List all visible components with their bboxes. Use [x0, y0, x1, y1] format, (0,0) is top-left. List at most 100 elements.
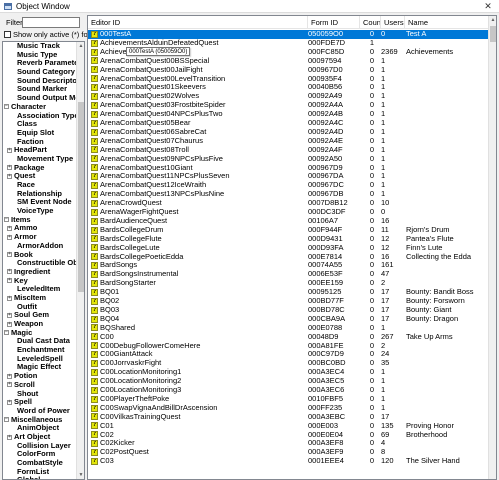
table-row[interactable]: ? ArenaCombatQuest00JailFight 000967D0 0 1 [88, 66, 488, 75]
tree-item[interactable]: Class [3, 120, 77, 129]
expand-icon[interactable]: + [7, 321, 12, 327]
tree-item[interactable]: Sound Output Model [3, 94, 77, 103]
tree-item[interactable]: FormList [3, 468, 77, 477]
tree-item[interactable]: Race [3, 181, 77, 190]
expand-icon[interactable]: + [7, 312, 12, 318]
table-row[interactable]: ? ArenaCombatQuest09NPCsPlusFive 00092A50 0… [88, 155, 488, 164]
table-row[interactable]: ? C03 0001EEE4 0 120 The Silver Hand [88, 457, 488, 466]
table-row[interactable]: ? C02PostQuest 000A3EF9 0 8 [88, 448, 488, 457]
expand-icon[interactable]: + [7, 165, 12, 171]
table-row[interactable]: ? C01 000E003 0 135 Proving Honor [88, 422, 488, 431]
tree-item[interactable]: Magic Effect [3, 363, 77, 372]
expand-icon[interactable]: + [7, 399, 12, 405]
tree-item[interactable]: Shout [3, 390, 77, 399]
table-row[interactable]: ? C00PlayerTheftPoke 0010FBF5 0 1 [88, 395, 488, 404]
tree-item[interactable]: + Ammo [3, 224, 77, 233]
table-row[interactable]: ? ArenaCombatQuest07Chaurus 00092A4E 0 1 [88, 137, 488, 146]
table-row[interactable]: ? BardSongStarter 000EE159 0 2 [88, 279, 488, 288]
tree-item[interactable]: Dual Cast Data [3, 337, 77, 346]
table-row[interactable]: ? BardsCollegeDrum 000F944F 0 11 Rjorn's Drum [88, 226, 488, 235]
tree-item[interactable]: + Scroll [3, 381, 77, 390]
tree-item[interactable]: + Ingredient [3, 268, 77, 277]
tree-item[interactable]: Equip Slot [3, 129, 77, 138]
column-header-count[interactable]: Count [360, 16, 381, 29]
table-row[interactable]: ? ArenaCombatQuest03FrostbiteSpider 00092A… [88, 101, 488, 110]
table-row[interactable]: ? ArenaWagerFightQuest 000DC3DF 0 0 [88, 208, 488, 217]
table-row[interactable]: ? BardAudienceQuest 00106A7 0 16 [88, 217, 488, 226]
expand-icon[interactable]: + [7, 252, 12, 258]
collapse-icon[interactable]: − [4, 104, 9, 110]
filter-input[interactable] [22, 17, 80, 28]
expand-icon[interactable]: + [7, 147, 12, 153]
table-row[interactable]: ? BardsCollegeLute 000D93FA 0 12 Finn's Lute [88, 244, 488, 253]
table-row[interactable]: ? ArenaCombatQuest11NPCsPlusSeven 000967DA… [88, 172, 488, 181]
expand-icon[interactable]: + [7, 269, 12, 275]
tree-item[interactable]: − Magic [3, 329, 77, 338]
list-scrollbar[interactable]: ▲ [488, 16, 496, 479]
tree-item[interactable]: Sound Descriptor [3, 77, 77, 86]
tree-item[interactable]: LeveledSpell [3, 355, 77, 364]
table-row[interactable]: ? ArenaCombatQuest05Bear 00092A4C 0 1 [88, 119, 488, 128]
tree-item[interactable]: + Potion [3, 372, 77, 381]
table-row[interactable]: ? BardSongs 00074A55 0 161 [88, 261, 488, 270]
tree-item[interactable]: + Weapon [3, 320, 77, 329]
tree-item[interactable]: + Armor [3, 233, 77, 242]
tree-item[interactable]: Movement Type [3, 155, 77, 164]
table-row[interactable]: ? BQ01 00095125 0 17 Bounty: Bandit Boss [88, 288, 488, 297]
tree-item[interactable]: SM Event Node [3, 198, 77, 207]
table-row[interactable]: ? ArenaCombatQuest06SabreCat 00092A4D 0 1 [88, 128, 488, 137]
tree-item[interactable]: Faction [3, 138, 77, 147]
table-row[interactable]: ? C02Kicker 000A3EF8 0 4 [88, 439, 488, 448]
tree-item[interactable]: Reverb Parameters [3, 59, 77, 68]
table-row[interactable]: ? BQ02 000BD77F 0 17 Bounty: Forsworn [88, 297, 488, 306]
scroll-up-icon[interactable]: ▲ [489, 16, 496, 24]
collapse-icon[interactable]: − [4, 330, 9, 336]
table-row[interactable]: ? C00 00048D9 0 267 Take Up Arms [88, 333, 488, 342]
expand-icon[interactable]: + [7, 382, 12, 388]
column-header-users[interactable]: Users [381, 16, 405, 29]
tree-item[interactable]: Sound Category [3, 68, 77, 77]
table-row[interactable]: ? C00SwapVignaAndBillDrAscension 000FF235 0… [88, 404, 488, 413]
table-row[interactable]: ? BardsCollegePoeticEdda 000E7814 0 16 Collec… [88, 253, 488, 262]
column-header-editor-id[interactable]: Editor ID [88, 16, 308, 29]
tree-item[interactable]: CombatStyle [3, 459, 77, 468]
tree-item[interactable]: + Spell [3, 398, 77, 407]
tree-item[interactable]: Enchantment [3, 346, 77, 355]
tree-item[interactable]: Outfit [3, 303, 77, 312]
tree-item[interactable]: − Character [3, 103, 77, 112]
table-row[interactable]: ? ArenaCombatQuest00BSSpecial 00097594 0 1 [88, 57, 488, 66]
table-row[interactable]: ? ArenaCombatQuest10Giant 000967D9 0 1 [88, 164, 488, 173]
table-row[interactable]: ? 000TestA 050059O0 0 0 Test A [88, 30, 488, 39]
tree-item[interactable]: + HeadPart [3, 146, 77, 155]
collapse-icon[interactable]: − [4, 217, 9, 223]
column-header-name[interactable]: Name [405, 16, 488, 29]
table-row[interactable]: ? ArenaCombatQuest12IceWraith 000967DC 0 1 [88, 181, 488, 190]
tree-item[interactable]: Word of Power [3, 407, 77, 416]
table-row[interactable]: ? ArenaCombatQuest00LevelTransition 000935… [88, 75, 488, 84]
table-row[interactable]: ? ArenaCombatQuest08Troll 00092A4F 0 1 [88, 146, 488, 155]
table-row[interactable]: ? C00LocationMonitoring2 000A3EC5 0 1 [88, 377, 488, 386]
table-row[interactable]: ? C00LocationMonitoring1 000A3EC4 0 1 [88, 368, 488, 377]
expand-icon[interactable]: + [7, 434, 12, 440]
scroll-down-icon[interactable]: ▼ [77, 471, 84, 479]
active-only-checkbox[interactable] [4, 31, 11, 38]
expand-icon[interactable]: + [7, 226, 12, 232]
table-row[interactable]: ? BardSongsInstrumental 0006E53F 0 47 [88, 270, 488, 279]
table-row[interactable]: ? ArenaCombatQuest04NPCsPlusTwo 00092A4B 0 1 [88, 110, 488, 119]
table-row[interactable]: ? C00DebugFollowerComeHere 000A81FE 0 2 [88, 342, 488, 351]
table-row[interactable]: ? C00GiantAttack 000C97D9 0 24 [88, 350, 488, 359]
column-header-form-id[interactable]: Form ID [308, 16, 360, 29]
tree-item[interactable]: Music Type [3, 51, 77, 60]
tree-item[interactable]: Sound Marker [3, 85, 77, 94]
expand-icon[interactable]: + [7, 173, 12, 179]
tree-item[interactable]: Collision Layer [3, 442, 77, 451]
tree-item[interactable]: − Items [3, 216, 77, 225]
tree-item[interactable]: Music Track [3, 42, 77, 51]
list-scroll-thumb[interactable] [490, 26, 496, 42]
table-row[interactable]: ? C00LocationMonitoring3 000A3EC6 0 1 [88, 386, 488, 395]
tree-item[interactable]: ColorForm [3, 450, 77, 459]
tree-item[interactable]: + Package [3, 164, 77, 173]
expand-icon[interactable]: + [7, 295, 12, 301]
category-tree[interactable]: Music TrackMusic TypeReverb ParametersSo… [2, 41, 85, 480]
tree-item[interactable]: + MiscItem [3, 294, 77, 303]
